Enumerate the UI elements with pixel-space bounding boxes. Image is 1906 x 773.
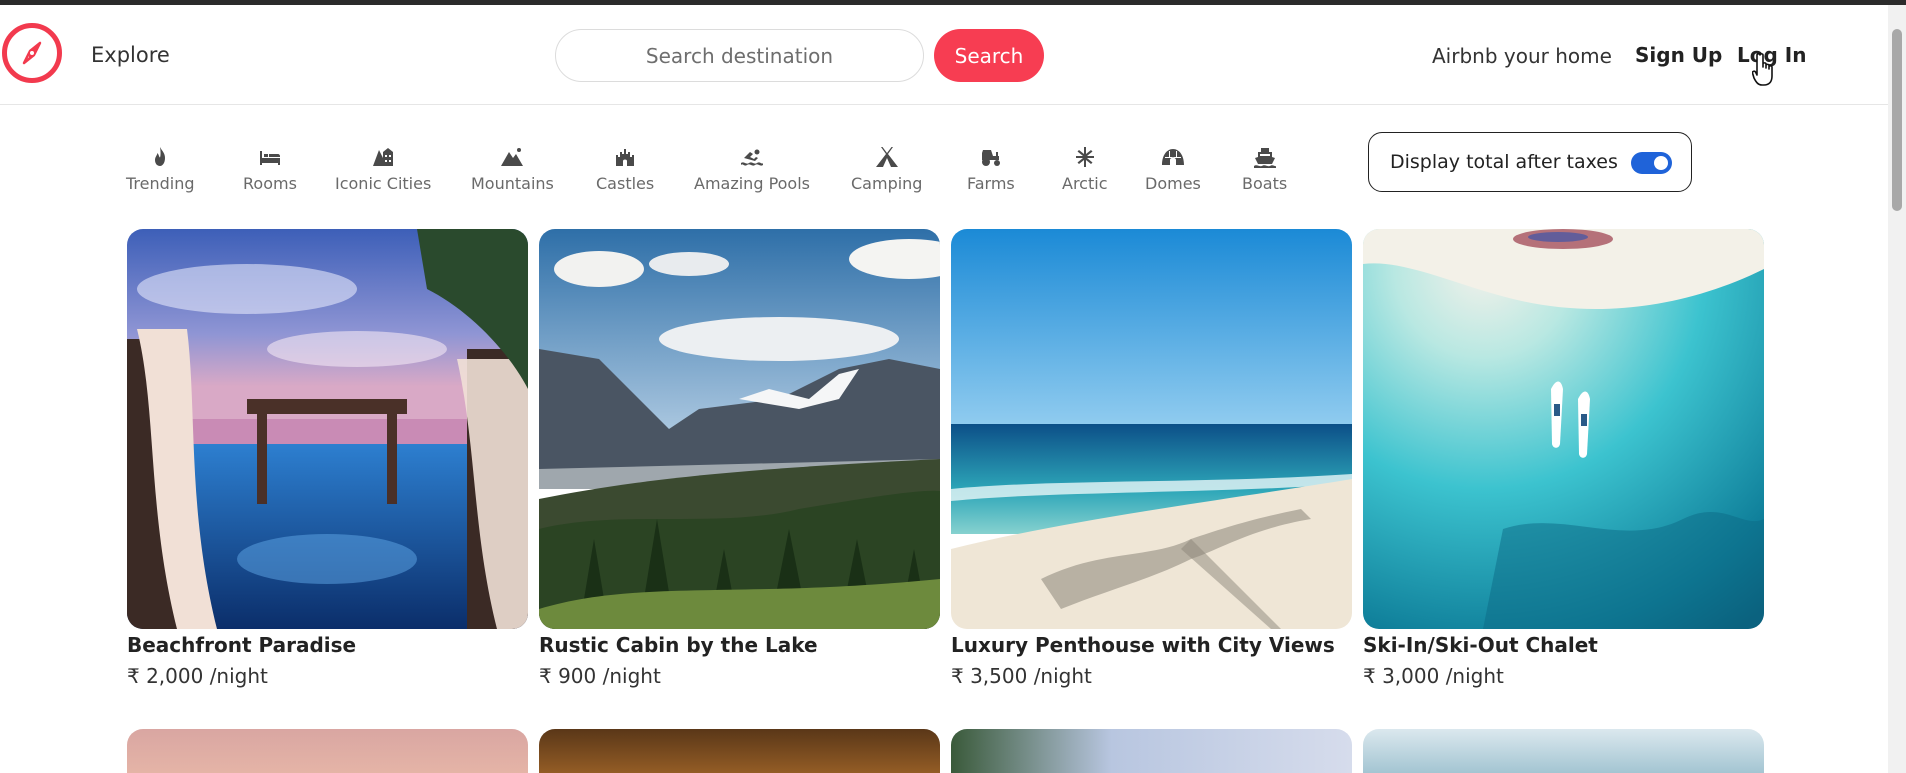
listing-photo-partial[interactable] [127,729,528,773]
category-label: Trending [126,174,195,193]
listing-title: Beachfront Paradise [127,633,357,657]
listing-title: Luxury Penthouse with City Views [951,633,1335,657]
listing-photo[interactable] [539,229,940,629]
listing-photo[interactable] [127,229,528,629]
compass-logo-icon[interactable] [2,23,62,83]
listing-photo-partial[interactable] [1363,729,1764,773]
category-trending[interactable]: Trending [126,146,195,193]
category-label: Mountains [471,174,554,193]
category-label: Rooms [243,174,297,193]
snowflake-icon [1075,147,1094,167]
category-label: Iconic Cities [335,174,432,193]
listing-photo[interactable] [1363,229,1764,629]
swimmer-icon [741,149,763,166]
listing-photo-partial[interactable] [951,729,1352,773]
category-amazing-pools[interactable]: Amazing Pools [694,146,810,193]
beach-shore-photo [951,229,1352,629]
category-boats[interactable]: Boats [1242,146,1287,193]
listing-price: ₹ 900 /night [539,664,661,688]
sign-up-button[interactable]: Sign Up [1635,43,1722,67]
category-label: Boats [1242,174,1288,193]
tent-icon [875,147,898,167]
hand-pointer-cursor-icon [1752,53,1773,86]
search-box [555,29,924,82]
bed-icon [259,151,280,165]
category-iconic-cities[interactable]: Iconic Cities [335,146,431,193]
category-domes[interactable]: Domes [1145,146,1201,193]
category-arctic[interactable]: Arctic [1062,146,1107,193]
ship-icon [1253,148,1276,168]
tax-toggle-container: Display total after taxes [1368,132,1692,192]
tax-toggle-label: Display total after taxes [1390,151,1618,173]
airbnb-your-home-link[interactable]: Airbnb your home [1432,44,1612,68]
mountain-icon [501,148,524,166]
listing-card[interactable]: Beachfront Paradise ₹ 2,000 /night [127,229,528,688]
category-camping[interactable]: Camping [851,146,922,193]
listing-card[interactable]: Ski-In/Ski-Out Chalet ₹ 3,000 /night [1363,229,1764,688]
listing-photo-partial[interactable] [539,729,940,773]
listing-price: ₹ 2,000 /night [127,664,268,688]
category-farms[interactable]: Farms [967,146,1015,193]
mountain-lake-photo [539,229,940,629]
category-label: Farms [967,174,1015,193]
listing-price: ₹ 3,000 /night [1363,664,1504,688]
compass-needle-icon [22,41,42,65]
header: Explore Search Airbnb your home Sign Up … [0,5,1888,105]
category-label: Amazing Pools [694,174,810,193]
listing-card[interactable]: Rustic Cabin by the Lake ₹ 900 /night [539,229,940,688]
search-input[interactable] [556,30,923,81]
category-label: Castles [596,174,655,193]
toggle-knob [1654,156,1668,170]
category-label: Camping [851,174,923,193]
listing-card[interactable]: Luxury Penthouse with City Views ₹ 3,500… [951,229,1352,688]
beach-resort-photo [127,229,528,629]
category-castles[interactable]: Castles [596,146,654,193]
scrollbar-thumb[interactable] [1892,29,1902,211]
dome-icon [1161,149,1184,165]
castle-icon [616,149,635,166]
search-button[interactable]: Search [934,29,1044,82]
category-label: Domes [1145,174,1201,193]
listing-price: ₹ 3,500 /night [951,664,1092,688]
category-rooms[interactable]: Rooms [243,146,297,193]
category-mountains[interactable]: Mountains [471,146,554,193]
listing-photo[interactable] [951,229,1352,629]
listing-title: Ski-In/Ski-Out Chalet [1363,633,1598,657]
fire-icon [155,147,166,166]
tax-toggle-switch[interactable] [1631,152,1672,174]
listing-title: Rustic Cabin by the Lake [539,633,818,657]
city-icon [373,148,394,166]
page-scrollbar[interactable] [1888,5,1906,773]
category-label: Arctic [1062,174,1108,193]
explore-link[interactable]: Explore [91,43,170,67]
aerial-turquoise-water-photo [1363,229,1764,629]
tractor-icon [981,150,1000,166]
